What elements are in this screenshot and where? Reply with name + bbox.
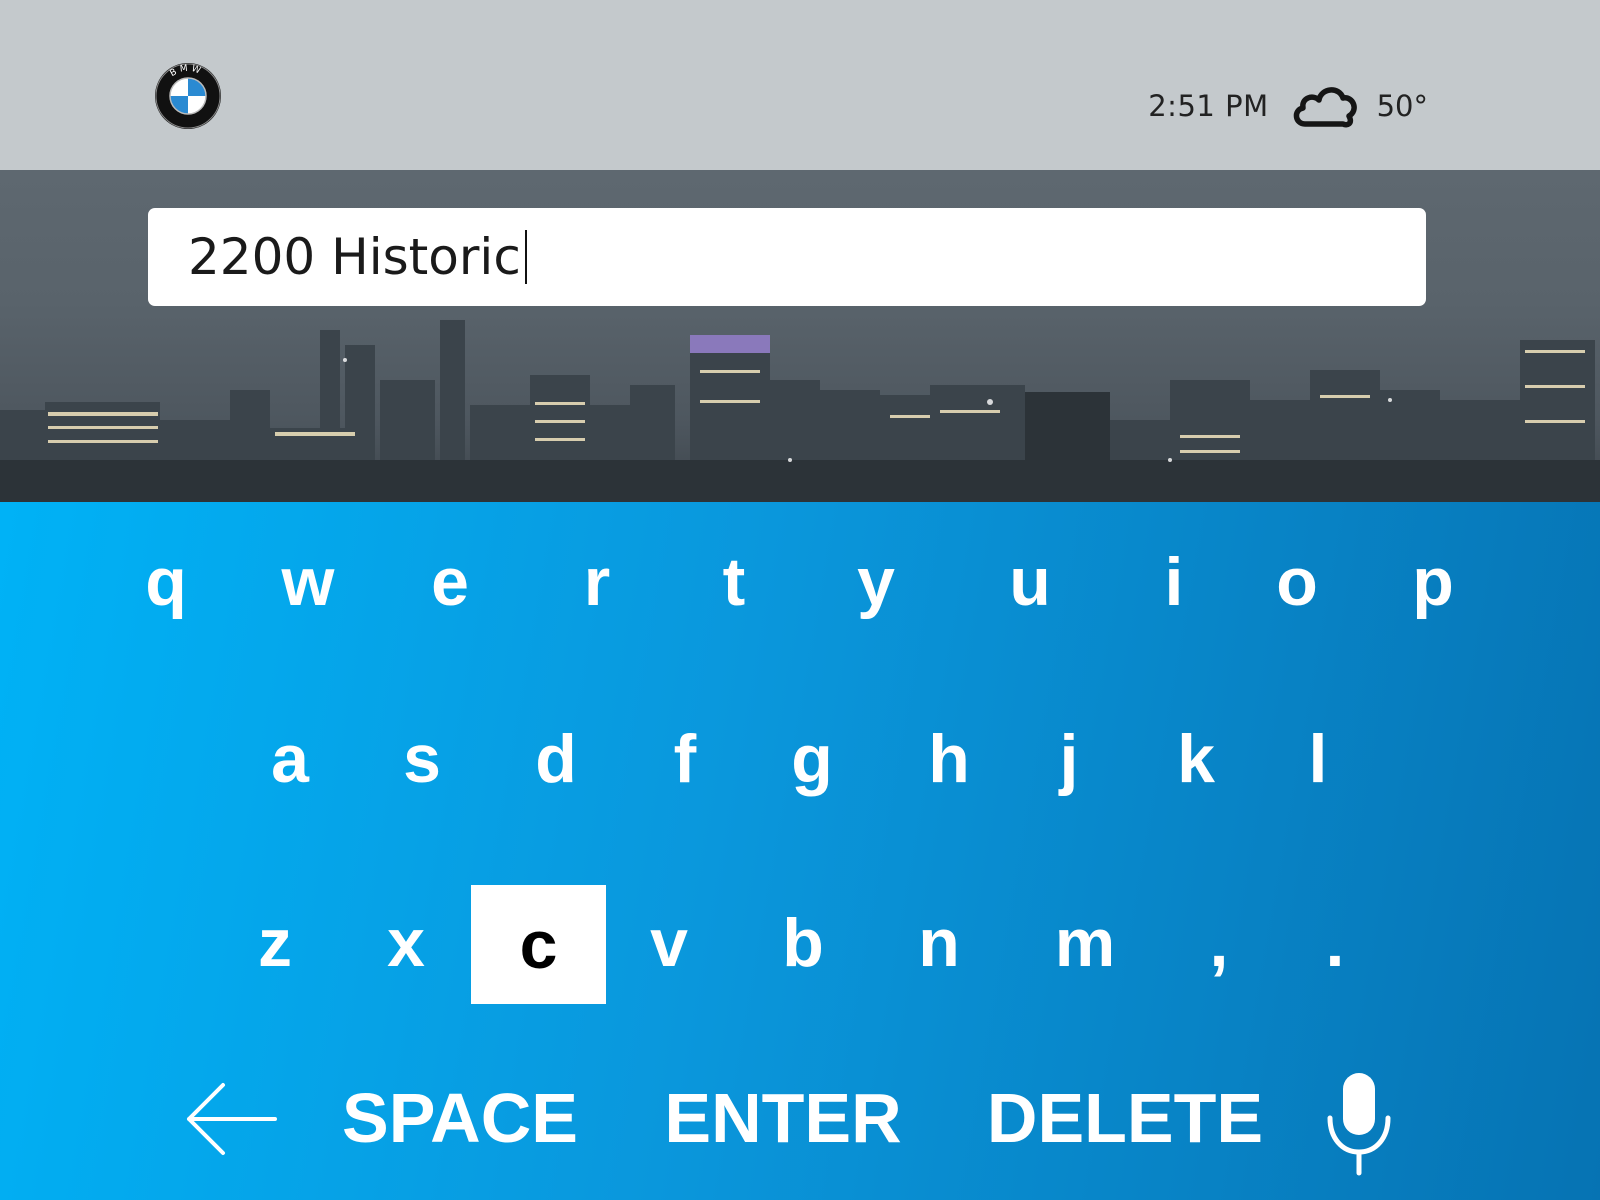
- back-button[interactable]: [178, 1076, 284, 1162]
- text-caret: [524, 230, 527, 284]
- key-l[interactable]: l: [1253, 701, 1383, 817]
- key-o[interactable]: o: [1232, 524, 1362, 640]
- bmw-logo: BMW: [155, 63, 221, 129]
- address-search-input[interactable]: 2200 Historic: [148, 208, 1426, 306]
- cloud-icon: [1293, 87, 1357, 128]
- key-k[interactable]: k: [1131, 701, 1261, 817]
- key-comma[interactable]: ,: [1154, 885, 1284, 1001]
- enter-key[interactable]: ENTER: [656, 1063, 910, 1173]
- key-a[interactable]: a: [225, 701, 355, 817]
- key-x[interactable]: x: [341, 885, 471, 1001]
- microphone-button[interactable]: [1316, 1068, 1402, 1178]
- delete-key[interactable]: DELETE: [986, 1063, 1264, 1173]
- key-v[interactable]: v: [604, 885, 734, 1001]
- status-bar: BMW 2:51 PM 50°: [0, 0, 1600, 170]
- space-key[interactable]: SPACE: [336, 1063, 584, 1173]
- back-arrow-icon: [187, 1083, 277, 1155]
- key-n[interactable]: n: [874, 885, 1004, 1001]
- key-e[interactable]: e: [385, 524, 515, 640]
- search-input-value: 2200 Historic: [188, 228, 521, 286]
- key-period[interactable]: .: [1270, 885, 1400, 1001]
- key-g[interactable]: g: [747, 701, 877, 817]
- on-screen-keyboard: q w e r t y u i o p a s d f g h j k l z …: [0, 502, 1600, 1200]
- key-j[interactable]: j: [1004, 701, 1134, 817]
- key-p[interactable]: p: [1368, 524, 1498, 640]
- key-c-active[interactable]: c: [471, 885, 606, 1004]
- status-cluster: 2:51 PM 50°: [1148, 84, 1428, 128]
- key-r[interactable]: r: [532, 524, 662, 640]
- temperature: 50°: [1376, 89, 1428, 123]
- key-t[interactable]: t: [669, 524, 799, 640]
- microphone-icon: [1327, 1073, 1391, 1176]
- key-i[interactable]: i: [1109, 524, 1239, 640]
- key-z[interactable]: z: [210, 885, 340, 1001]
- key-b[interactable]: b: [738, 885, 868, 1001]
- key-u[interactable]: u: [965, 524, 1095, 640]
- key-w[interactable]: w: [243, 524, 373, 640]
- key-h[interactable]: h: [884, 701, 1014, 817]
- key-q[interactable]: q: [101, 524, 231, 640]
- clock: 2:51 PM: [1148, 89, 1269, 123]
- key-y[interactable]: y: [811, 524, 941, 640]
- key-f[interactable]: f: [620, 701, 750, 817]
- key-m[interactable]: m: [1020, 885, 1150, 1001]
- key-s[interactable]: s: [357, 701, 487, 817]
- key-d[interactable]: d: [491, 701, 621, 817]
